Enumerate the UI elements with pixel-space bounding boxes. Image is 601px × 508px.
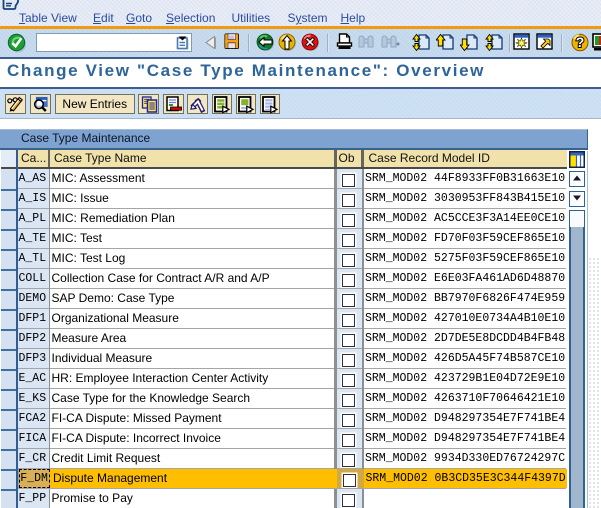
svg-text:?: ? — [576, 34, 585, 50]
